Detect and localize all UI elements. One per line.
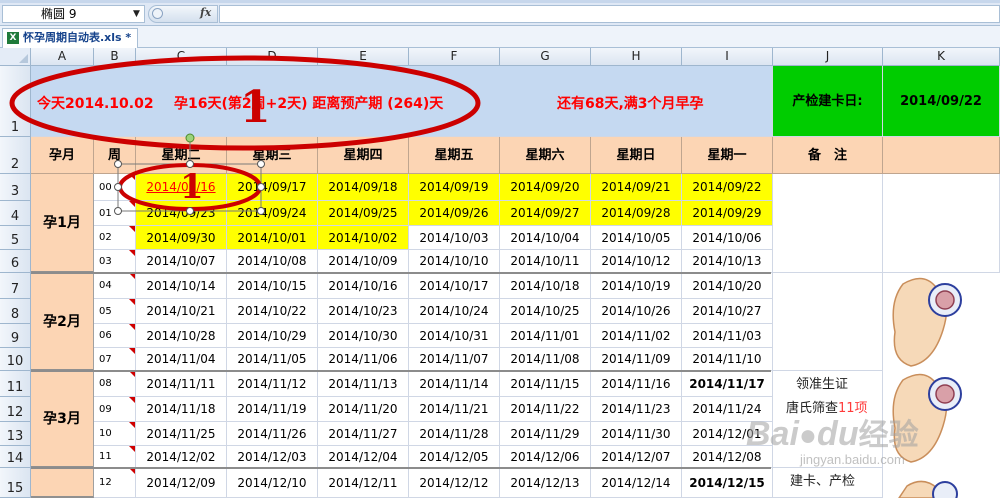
resize-handle-w[interactable] bbox=[114, 183, 122, 191]
resize-handle-se[interactable] bbox=[257, 207, 265, 215]
resize-handle-ne[interactable] bbox=[257, 160, 265, 168]
resize-handle-e[interactable] bbox=[257, 183, 265, 191]
callout-number-small: 1 bbox=[180, 167, 204, 207]
baidu-paw-icon: ● bbox=[798, 419, 818, 452]
watermark-brand-du: du bbox=[817, 415, 859, 453]
resize-handle-n[interactable] bbox=[186, 160, 194, 168]
rotate-handle[interactable] bbox=[185, 133, 195, 143]
resize-handle-s[interactable] bbox=[186, 207, 194, 215]
resize-handle-nw[interactable] bbox=[114, 160, 122, 168]
callout-number-large: 1 bbox=[240, 82, 271, 133]
baidu-watermark: Bai●du经验 bbox=[746, 410, 919, 454]
watermark-url: jingyan.baidu.com bbox=[800, 452, 905, 467]
resize-handle-sw[interactable] bbox=[114, 207, 122, 215]
watermark-suffix: 经验 bbox=[858, 419, 919, 452]
watermark-brand: Bai bbox=[746, 415, 799, 453]
